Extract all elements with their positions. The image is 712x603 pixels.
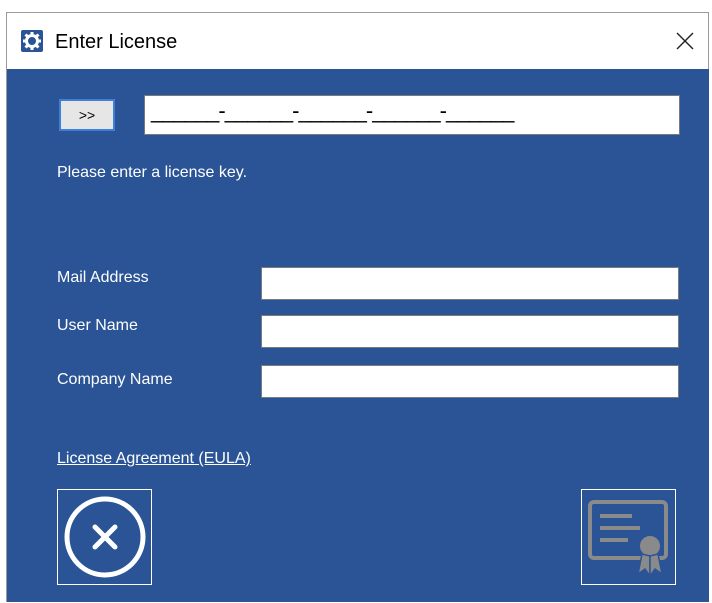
close-icon bbox=[676, 32, 694, 50]
dialog-body: >> ______-______-______-______-______ Pl… bbox=[7, 69, 709, 602]
license-key-mask: ______-______-______-______-______ bbox=[151, 98, 514, 123]
cancel-circle-icon bbox=[64, 496, 145, 578]
user-name-input[interactable] bbox=[262, 316, 678, 347]
user-name-field[interactable] bbox=[261, 315, 679, 348]
license-dialog: Enter License >> ______-______-______-__… bbox=[6, 12, 709, 602]
certificate-icon bbox=[587, 500, 668, 579]
user-name-label: User Name bbox=[57, 317, 138, 334]
mail-address-input[interactable] bbox=[262, 268, 678, 299]
eula-link[interactable]: License Agreement (EULA) bbox=[57, 450, 251, 468]
submit-key-button[interactable]: >> bbox=[59, 99, 115, 131]
license-key-input[interactable]: ______-______-______-______-______ bbox=[144, 95, 680, 135]
close-button[interactable] bbox=[668, 21, 702, 61]
license-prompt: Please enter a license key. bbox=[57, 164, 248, 181]
window-title: Enter License bbox=[55, 31, 178, 53]
company-name-field[interactable] bbox=[261, 365, 679, 398]
certificate-button[interactable] bbox=[581, 489, 676, 585]
title-bar: Enter License bbox=[7, 13, 708, 69]
company-name-input[interactable] bbox=[262, 366, 678, 397]
company-name-label: Company Name bbox=[57, 371, 173, 388]
mail-address-field[interactable] bbox=[261, 267, 679, 300]
mail-address-label: Mail Address bbox=[57, 269, 149, 286]
cancel-button[interactable] bbox=[57, 489, 152, 585]
gear-icon bbox=[21, 30, 43, 52]
